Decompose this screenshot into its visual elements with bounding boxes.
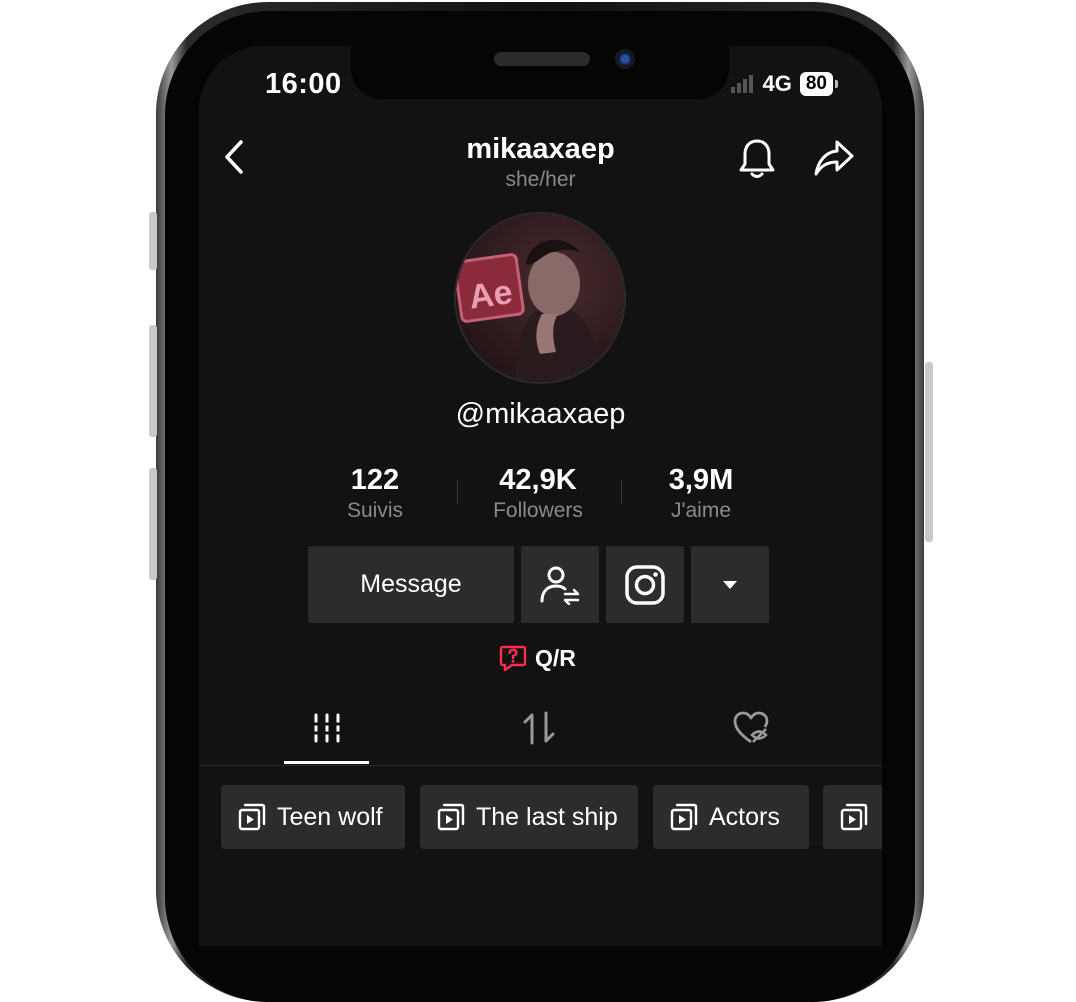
phone-screen: 16:00 4G 80 mikaaxaep she/her Ae @mikaax…: [199, 46, 882, 946]
playlist-chip[interactable]: Teen wolf: [221, 785, 405, 849]
stat-value: 122: [350, 464, 400, 496]
share-icon[interactable]: [813, 138, 855, 178]
qa-label: Q/R: [535, 644, 576, 671]
status-time: 16:00: [265, 68, 342, 100]
playlist-chip[interactable]: The last ship: [420, 785, 638, 849]
user-swap-icon: [540, 566, 580, 605]
question-chat-icon: [499, 645, 527, 672]
friends-button[interactable]: [521, 546, 599, 623]
playlist-label: Teen wolf: [277, 802, 383, 831]
instagram-icon: [625, 564, 665, 605]
stat-label: Suivis: [346, 499, 404, 522]
signal-icon: [730, 75, 753, 93]
avatar-logo-text: Ae: [467, 273, 515, 317]
battery-icon: [835, 80, 838, 88]
profile-username: mikaaxaep: [466, 133, 615, 165]
volume-down-button: [149, 468, 157, 580]
active-tab-indicator: [284, 761, 369, 764]
front-camera: [615, 49, 635, 69]
tab-reposts[interactable]: [489, 708, 589, 748]
avatar-image: Ae: [456, 214, 624, 382]
grid-icon: [312, 713, 342, 743]
message-button[interactable]: Message: [308, 546, 514, 623]
speaker-grille: [494, 52, 590, 66]
caret-down-icon: [723, 580, 737, 589]
stat-label: J'aime: [670, 499, 732, 522]
battery-level: 80: [799, 72, 833, 96]
network-type: 4G: [762, 71, 792, 96]
tab-videos[interactable]: [277, 708, 377, 748]
instagram-button[interactable]: [606, 546, 684, 623]
stat-label: Followers: [493, 499, 583, 522]
mute-switch: [149, 212, 157, 270]
tabs-border: [199, 765, 882, 766]
status-indicators: 4G 80: [730, 71, 838, 97]
bell-icon[interactable]: [737, 137, 777, 181]
power-button: [925, 362, 933, 542]
playlist-icon: [670, 803, 698, 831]
message-button-label: Message: [360, 570, 462, 598]
liked-hidden-icon: [733, 711, 769, 744]
notch: [351, 46, 729, 99]
stat-likes[interactable]: 3,9M J'aime: [616, 464, 786, 523]
playlist-icon: [437, 803, 465, 831]
avatar[interactable]: Ae: [456, 214, 624, 382]
playlist-label: Actors: [709, 802, 780, 831]
tab-liked[interactable]: [701, 708, 801, 748]
playlist-icon: [840, 803, 868, 831]
volume-up-button: [149, 325, 157, 437]
stat-followers[interactable]: 42,9K Followers: [453, 464, 623, 523]
profile-pronouns: she/her: [505, 168, 576, 191]
repost-icon: [523, 711, 555, 745]
playlist-chip[interactable]: Actors: [653, 785, 809, 849]
profile-handle: @mikaaxaep: [455, 398, 626, 430]
more-dropdown-button[interactable]: [691, 546, 769, 623]
qa-link[interactable]: Q/R: [499, 644, 576, 672]
stat-value: 3,9M: [668, 464, 734, 496]
playlist-icon: [238, 803, 266, 831]
stat-value: 42,9K: [499, 464, 577, 496]
playlist-chip-partial[interactable]: [823, 785, 882, 849]
stat-following[interactable]: 122 Suivis: [290, 464, 460, 523]
playlist-label: The last ship: [476, 802, 618, 831]
